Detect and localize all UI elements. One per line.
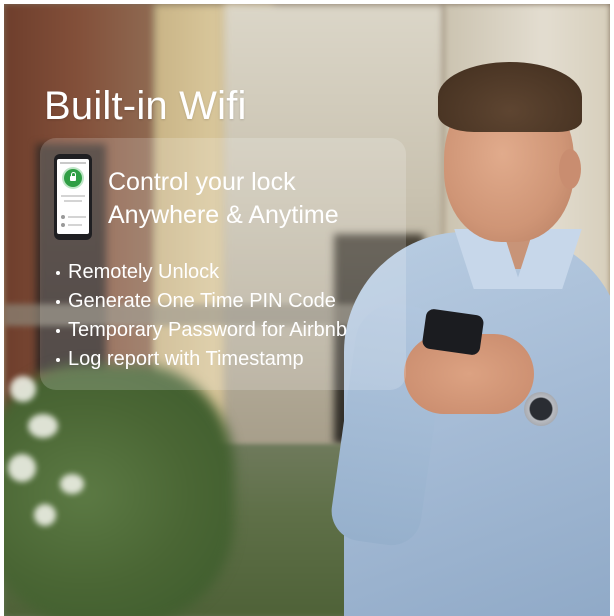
background-flower	[28, 414, 58, 438]
phone-text-line	[61, 195, 85, 197]
headline: Built-in Wifi	[44, 84, 247, 128]
feature-label: Log report with Timestamp	[68, 348, 304, 370]
lock-icon	[64, 169, 82, 187]
phone-status-bar	[60, 162, 86, 164]
panel-tagline: Anywhere & Anytime	[108, 201, 339, 229]
smartphone-app-icon	[54, 154, 92, 240]
phone-row-icon	[61, 215, 65, 219]
man-hair	[438, 62, 582, 132]
feature-list: Remotely Unlock Generate One Time PIN Co…	[54, 258, 347, 374]
background-flower	[60, 474, 84, 494]
feature-label: Generate One Time PIN Code	[68, 290, 336, 312]
smartphone	[421, 308, 485, 356]
panel-subtitle: Control your lock	[108, 168, 296, 196]
feature-label: Remotely Unlock	[68, 261, 220, 283]
background-flower	[10, 376, 36, 402]
background-flower	[8, 454, 36, 482]
lock-body	[70, 176, 76, 181]
feature-label: Temporary Password for Airbnb	[68, 319, 348, 341]
bullet-icon	[56, 329, 60, 333]
background-bush	[4, 364, 234, 616]
background-flower	[34, 504, 56, 526]
bullet-icon	[56, 358, 60, 362]
bullet-icon	[56, 300, 60, 304]
bullet-icon	[56, 271, 60, 275]
man-ear	[559, 149, 581, 189]
phone-text-line	[68, 216, 86, 218]
list-item: Generate One Time PIN Code	[54, 287, 347, 316]
phone-row-icon	[61, 223, 65, 227]
list-item: Remotely Unlock	[54, 258, 347, 287]
phone-screen	[57, 159, 89, 234]
list-item: Log report with Timestamp	[54, 345, 347, 374]
phone-text-line	[68, 224, 82, 226]
wristwatch	[524, 392, 558, 426]
list-item: Temporary Password for Airbnb	[54, 316, 347, 345]
phone-text-line	[64, 200, 82, 202]
